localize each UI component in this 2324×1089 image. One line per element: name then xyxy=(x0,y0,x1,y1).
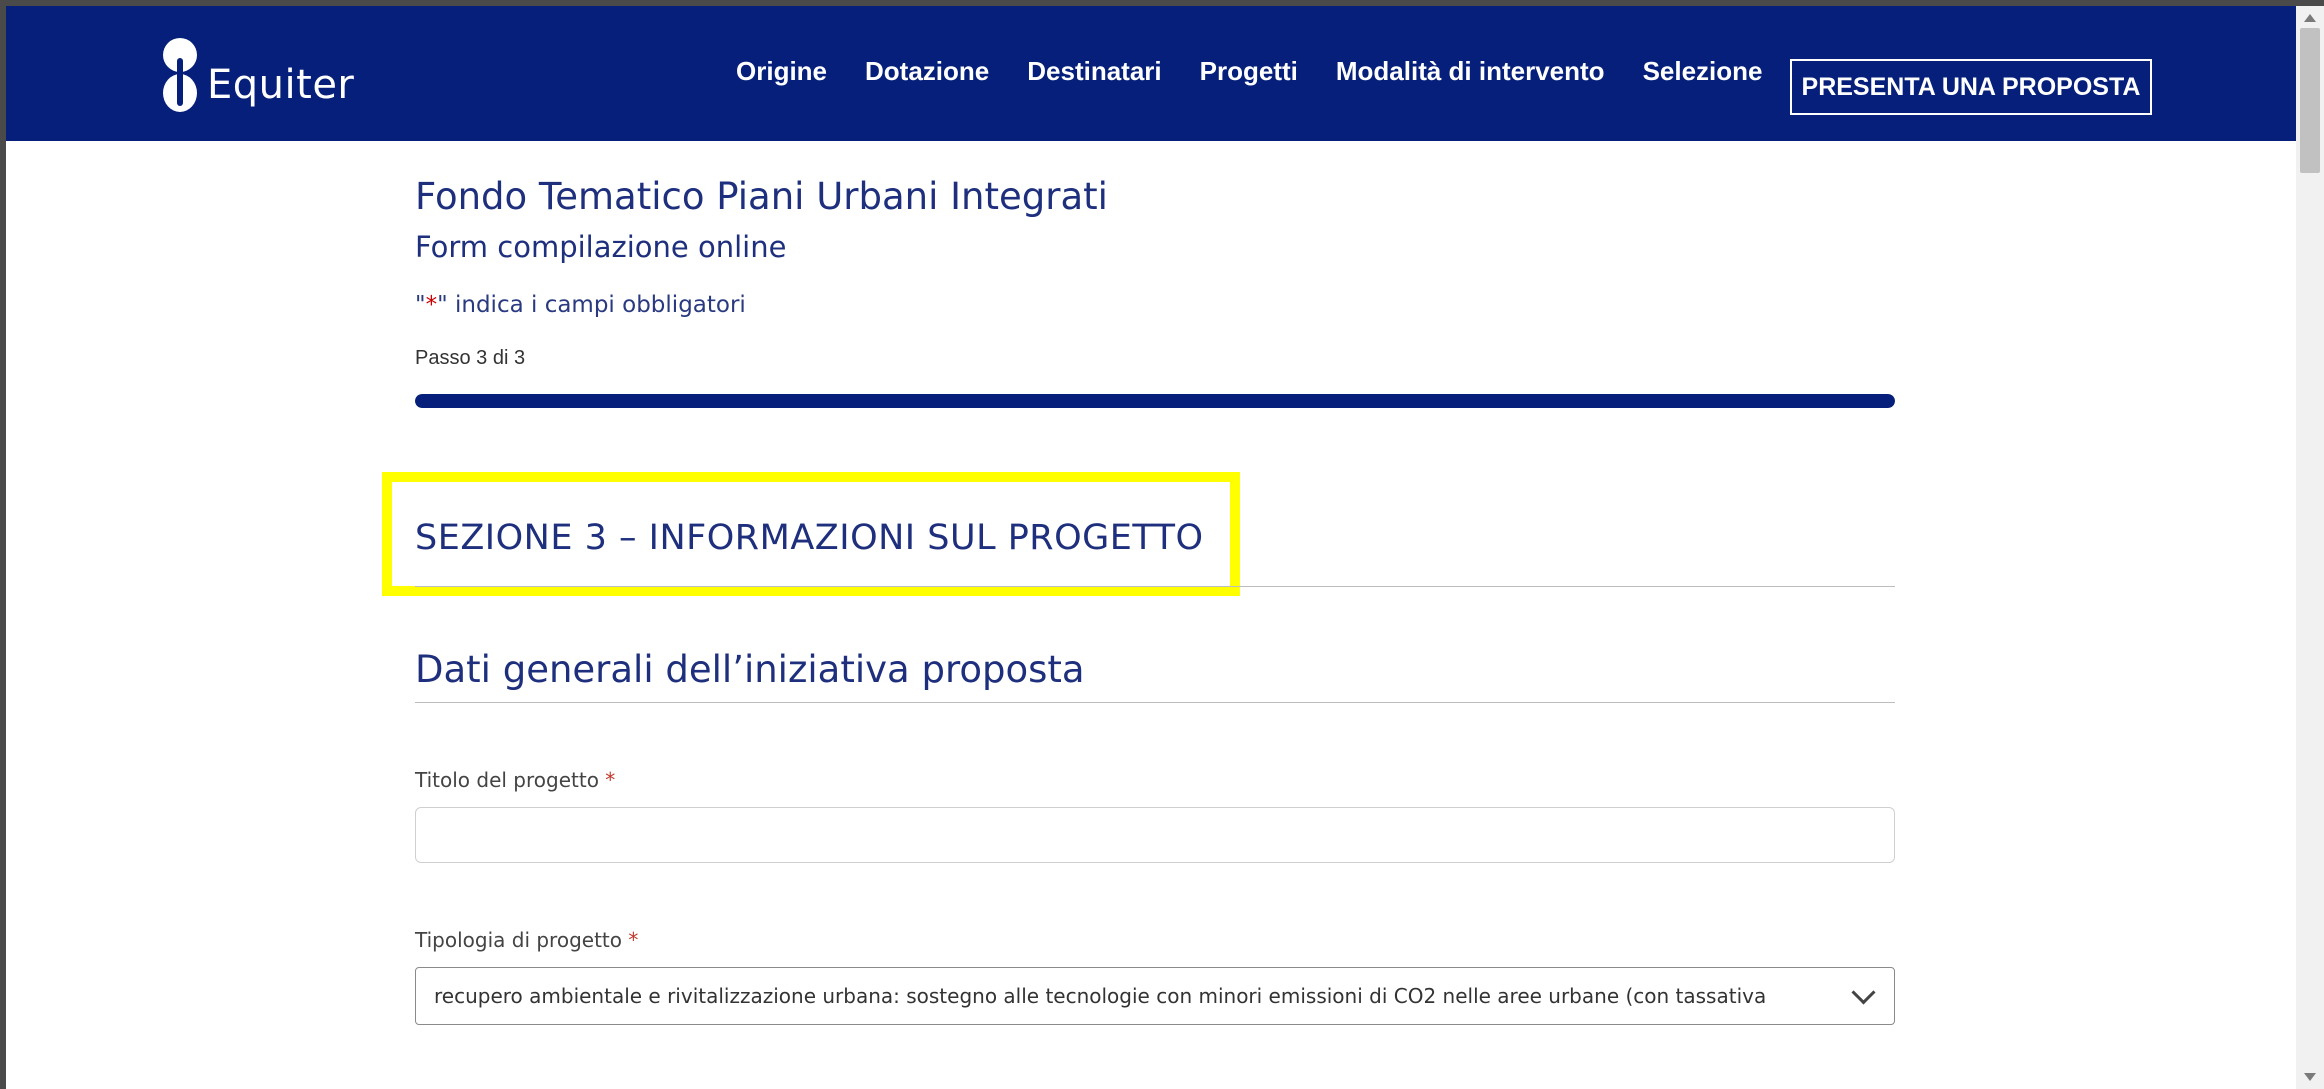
section-subtitle: Dati generali dell’iniziativa proposta xyxy=(415,648,1085,691)
brand-name: Equiter xyxy=(207,62,355,108)
main-nav: Origine Dotazione Destinatari Progetti M… xyxy=(736,56,1801,87)
equiter-logo-icon xyxy=(161,38,201,114)
titolo-progetto-label: Titolo del progetto * xyxy=(415,768,616,792)
scroll-up-arrow-icon[interactable] xyxy=(2304,14,2316,22)
page-scrollbar[interactable] xyxy=(2296,6,2324,1089)
titolo-progetto-input[interactable] xyxy=(415,807,1895,863)
presenta-proposta-button[interactable]: PRESENTA UNA PROPOSTA xyxy=(1790,59,2152,115)
brand-logo[interactable]: Equiter xyxy=(161,36,354,116)
site-header: Equiter Origine Dotazione Destinatari Pr… xyxy=(6,6,2296,141)
nav-selezione[interactable]: Selezione xyxy=(1643,56,1763,87)
nav-progetti[interactable]: Progetti xyxy=(1200,56,1298,87)
scroll-down-arrow-icon[interactable] xyxy=(2304,1073,2316,1081)
nav-modalita-intervento[interactable]: Modalità di intervento xyxy=(1336,56,1605,87)
page-title: Fondo Tematico Piani Urbani Integrati xyxy=(415,175,1108,218)
chevron-down-icon xyxy=(1851,980,1876,1005)
section-title: SEZIONE 3 – INFORMAZIONI SUL PROGETTO xyxy=(415,518,1204,558)
page-subtitle: Form compilazione online xyxy=(415,230,787,264)
tipologia-progetto-label: Tipologia di progetto * xyxy=(415,928,639,952)
step-indicator: Passo 3 di 3 xyxy=(415,347,526,369)
section-divider xyxy=(415,586,1895,587)
progress-bar xyxy=(415,394,1895,408)
required-star: * xyxy=(425,292,438,318)
tipologia-progetto-value: recupero ambientale e rivitalizzazione u… xyxy=(434,984,1767,1008)
progress-bar-fill xyxy=(415,394,1895,408)
nav-dotazione[interactable]: Dotazione xyxy=(865,56,989,87)
required-fields-note: "*" indica i campi obbligatori xyxy=(415,292,746,318)
nav-destinatari[interactable]: Destinatari xyxy=(1027,56,1161,87)
scrollbar-thumb[interactable] xyxy=(2300,28,2320,173)
nav-origine[interactable]: Origine xyxy=(736,56,827,87)
subsection-divider xyxy=(415,702,1895,703)
tipologia-progetto-select[interactable]: recupero ambientale e rivitalizzazione u… xyxy=(415,967,1895,1025)
